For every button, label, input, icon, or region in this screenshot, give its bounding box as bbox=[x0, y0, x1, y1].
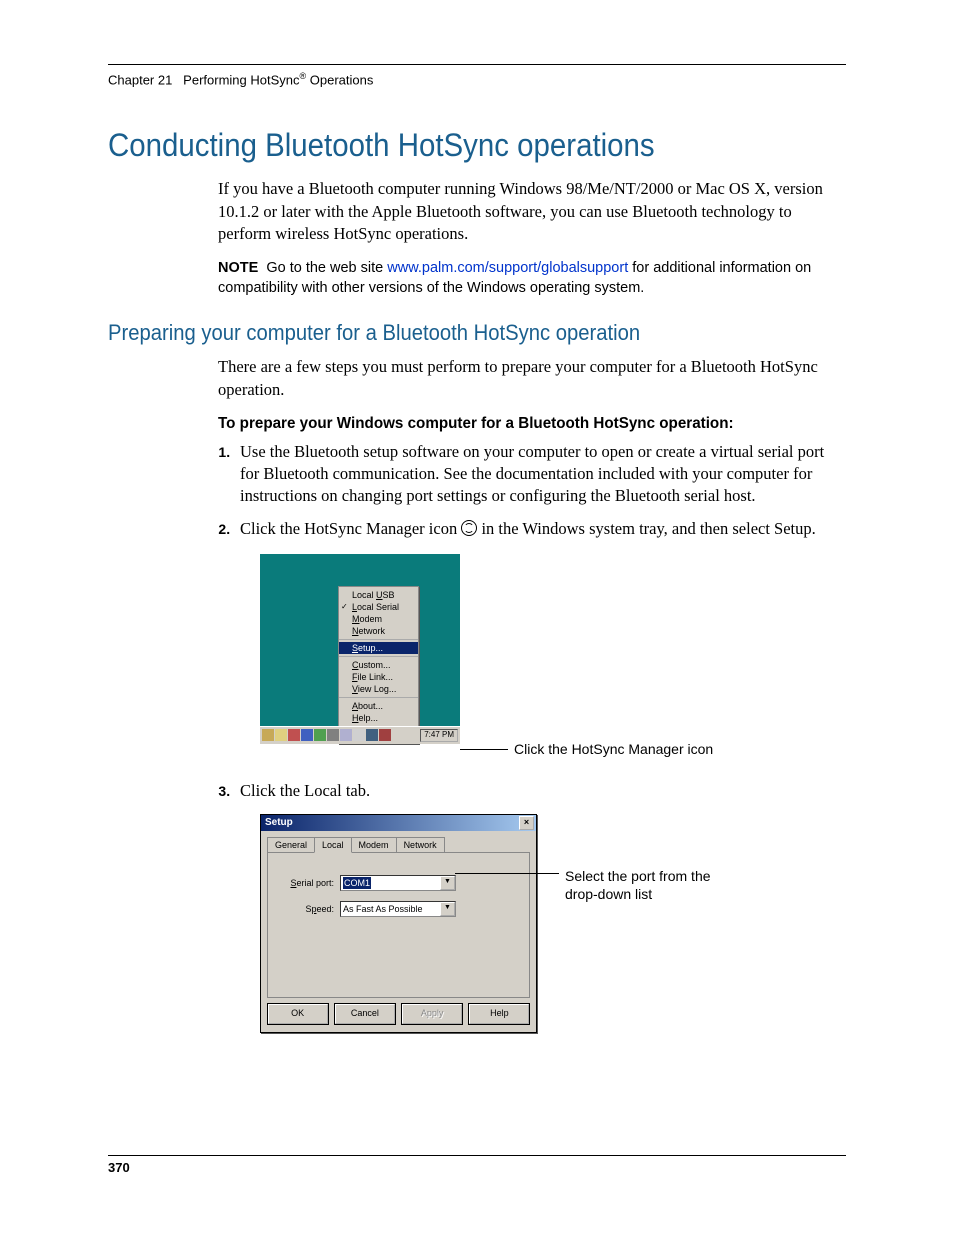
step-1: Use the Bluetooth setup software on your… bbox=[234, 441, 846, 508]
note-paragraph: NOTE Go to the web site www.palm.com/sup… bbox=[218, 259, 846, 298]
figure-tray-menu: Local USB Local Serial Modem Network Set… bbox=[260, 554, 846, 754]
speed-label: Speed: bbox=[278, 903, 334, 915]
menu-local-serial[interactable]: Local Serial bbox=[352, 601, 413, 613]
page-number: 370 bbox=[108, 1155, 846, 1175]
tab-general[interactable]: General bbox=[267, 837, 315, 852]
help-button[interactable]: Help bbox=[469, 1004, 529, 1024]
callout-port: Select the port from the drop-down list bbox=[565, 867, 745, 903]
intro-paragraph: If you have a Bluetooth computer running… bbox=[218, 178, 846, 245]
tab-network[interactable]: Network bbox=[396, 837, 445, 852]
tray-icon[interactable] bbox=[327, 729, 339, 741]
callout-line bbox=[460, 749, 508, 750]
menu-setup[interactable]: Setup... bbox=[339, 642, 418, 654]
dialog-titlebar: Setup × bbox=[261, 815, 536, 831]
serial-port-label: Serial port: bbox=[278, 877, 334, 889]
speed-combo[interactable]: As Fast As Possible ▼ bbox=[340, 901, 456, 917]
menu-help[interactable]: Help... bbox=[352, 712, 413, 724]
figure-setup-dialog: Setup × General Local Modem Network Seri… bbox=[260, 814, 846, 1044]
menu-about[interactable]: About... bbox=[352, 700, 413, 712]
menu-custom[interactable]: Custom... bbox=[352, 659, 413, 671]
step-3: Click the Local tab. Setup × General Loc… bbox=[234, 780, 846, 1044]
tab-modem[interactable]: Modem bbox=[351, 837, 397, 852]
tray-icon[interactable] bbox=[275, 729, 287, 741]
apply-button[interactable]: Apply bbox=[402, 1004, 462, 1024]
page-title: Conducting Bluetooth HotSync operations bbox=[108, 127, 787, 164]
close-icon[interactable]: × bbox=[519, 816, 534, 830]
tray-icon[interactable] bbox=[288, 729, 300, 741]
menu-network[interactable]: Network bbox=[352, 625, 413, 637]
callout-line bbox=[455, 873, 559, 874]
tray-icon[interactable] bbox=[353, 729, 365, 741]
support-link[interactable]: www.palm.com/support/globalsupport bbox=[387, 260, 628, 276]
menu-file-link[interactable]: File Link... bbox=[352, 671, 413, 683]
hotsync-icon bbox=[461, 520, 477, 536]
section-paragraph: There are a few steps you must perform t… bbox=[218, 356, 846, 401]
context-menu: Local USB Local Serial Modem Network Set… bbox=[338, 586, 419, 744]
tray-hotsync-icon[interactable] bbox=[379, 729, 391, 741]
section-heading: Preparing your computer for a Bluetooth … bbox=[108, 320, 787, 346]
tray-clock: 7:47 PM bbox=[420, 729, 458, 742]
system-tray: 7:47 PM bbox=[260, 726, 460, 744]
menu-local-usb[interactable]: Local USB bbox=[352, 589, 413, 601]
tray-icon[interactable] bbox=[366, 729, 378, 741]
menu-view-log[interactable]: View Log... bbox=[352, 683, 413, 695]
tray-icon[interactable] bbox=[340, 729, 352, 741]
cancel-button[interactable]: Cancel bbox=[335, 1004, 395, 1024]
ok-button[interactable]: OK bbox=[268, 1004, 328, 1024]
procedure-title: To prepare your Windows computer for a B… bbox=[218, 415, 815, 433]
callout-tray: Click the HotSync Manager icon bbox=[514, 740, 713, 759]
running-header: Chapter 21 Performing HotSync® Operation… bbox=[108, 71, 846, 87]
menu-modem[interactable]: Modem bbox=[352, 613, 413, 625]
tray-icon[interactable] bbox=[301, 729, 313, 741]
chevron-down-icon[interactable]: ▼ bbox=[440, 902, 455, 916]
tray-icon[interactable] bbox=[262, 729, 274, 741]
tray-icon[interactable] bbox=[314, 729, 326, 741]
note-label: NOTE bbox=[218, 260, 258, 276]
serial-port-combo[interactable]: COM1 ▼ bbox=[340, 875, 456, 891]
tab-local[interactable]: Local bbox=[314, 837, 352, 853]
chevron-down-icon[interactable]: ▼ bbox=[440, 876, 455, 890]
step-2: Click the HotSync Manager icon in the Wi… bbox=[234, 518, 846, 754]
setup-dialog: Setup × General Local Modem Network Seri… bbox=[260, 814, 537, 1033]
